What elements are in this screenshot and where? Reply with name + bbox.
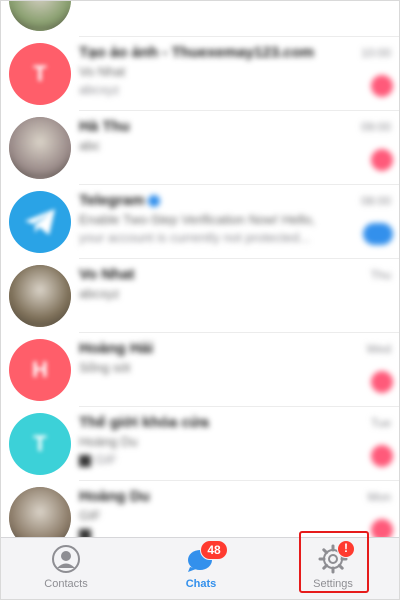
telegram-screen: T Tạo ảo ảnh - Thuexemay123.com 10:00 Vo Nh… bbox=[0, 0, 400, 600]
chat-preview-line: abc bbox=[79, 138, 100, 153]
chat-row-content bbox=[79, 1, 399, 37]
chat-title-text: Hà Thu bbox=[79, 118, 130, 135]
chat-preview-text: your account is currently not protected.… bbox=[79, 230, 311, 245]
chats-unread-badge: 48 bbox=[200, 540, 228, 560]
chat-time: 10:00 bbox=[360, 46, 391, 60]
avatar-initial: H bbox=[32, 357, 48, 382]
chat-time: Tue bbox=[370, 416, 391, 430]
unread-badge bbox=[363, 223, 393, 245]
photo-avatar-image bbox=[9, 1, 71, 31]
tab-contacts-label: Contacts bbox=[44, 578, 88, 590]
chat-title-text: Tạo ảo ảnh - Thuexemay123.com bbox=[79, 44, 315, 61]
tab-chats[interactable]: 48 Chats bbox=[146, 538, 256, 599]
chat-title-text: Telegram bbox=[79, 192, 145, 209]
chat-title-text: Hoàng Hải bbox=[79, 340, 154, 357]
chat-row[interactable]: T Thế giới khóa cửa Tue Hoàng Du GIF bbox=[1, 407, 399, 481]
paper-plane-icon bbox=[9, 191, 71, 253]
chat-title: Vo Nhat bbox=[79, 266, 135, 283]
person-icon bbox=[51, 544, 81, 574]
chat-preview-line: GIF bbox=[79, 452, 117, 467]
chat-avatar bbox=[9, 117, 71, 179]
chat-time: 09:00 bbox=[360, 120, 391, 134]
chat-time: Thu bbox=[370, 268, 391, 282]
tab-contacts[interactable]: Contacts bbox=[11, 538, 121, 599]
chat-preview-line: Enable Two-Step Verification Now! Hello, bbox=[79, 212, 316, 227]
chat-preview-line: GIF bbox=[79, 508, 101, 523]
tab-chats-label: Chats bbox=[185, 578, 217, 590]
tab-settings-label: Settings bbox=[313, 578, 353, 590]
tab-bar: Contacts 48 Chats ! Settings bbox=[1, 537, 399, 599]
chat-row-content: Thế giới khóa cửa Tue Hoàng Du GIF bbox=[79, 407, 399, 481]
chat-title: Hà Thu bbox=[79, 118, 130, 135]
chat-preview-line: abcxyz bbox=[79, 82, 119, 97]
chat-row[interactable] bbox=[1, 1, 399, 37]
chat-avatar bbox=[9, 1, 71, 31]
chat-list: T Tạo ảo ảnh - Thuexemay123.com 10:00 Vo Nh… bbox=[1, 1, 399, 555]
chat-title: Hoàng Hải bbox=[79, 340, 153, 357]
chat-title-text: Thế giới khóa cửa bbox=[79, 414, 209, 431]
settings-alert-badge: ! bbox=[337, 540, 355, 558]
photo-avatar-image bbox=[9, 265, 71, 327]
chat-avatar: T bbox=[9, 43, 71, 105]
chat-preview-text: abcxyz bbox=[79, 82, 120, 97]
chat-avatar: T bbox=[9, 413, 71, 475]
chat-title: Tạo ảo ảnh - Thuexemay123.com bbox=[79, 44, 314, 61]
tab-settings[interactable]: ! Settings bbox=[278, 538, 388, 599]
avatar-initial: T bbox=[33, 61, 47, 86]
chat-avatar bbox=[9, 191, 71, 253]
unread-badge bbox=[371, 445, 393, 467]
unread-badge bbox=[371, 75, 393, 97]
chat-row[interactable]: H Hoàng Hải Wed Sống sót bbox=[1, 333, 399, 407]
photo-avatar-image bbox=[9, 117, 71, 179]
chat-title-text: Vo Nhat bbox=[79, 266, 135, 283]
chat-preview-line: Vo Nhat bbox=[79, 64, 126, 79]
gear-icon: ! bbox=[318, 540, 355, 574]
chat-row-content: Tạo ảo ảnh - Thuexemay123.com 10:00 Vo Nha… bbox=[79, 37, 399, 111]
chat-title: Hoàng Du bbox=[79, 488, 150, 505]
chat-avatar: H bbox=[9, 339, 71, 401]
chat-row-content: Telegram 08:00 Enable Two-Step Verificatio… bbox=[79, 185, 399, 259]
chat-row[interactable]: Telegram 08:00 Enable Two-Step Verificatio… bbox=[1, 185, 399, 259]
unread-badge bbox=[371, 149, 393, 171]
chat-time: 08:00 bbox=[360, 194, 391, 208]
chat-preview-line: Hoàng Du bbox=[79, 434, 138, 449]
chat-title: Thế giới khóa cửa bbox=[79, 414, 209, 431]
chat-row[interactable]: T Tạo ảo ảnh - Thuexemay123.com 10:00 Vo Nh… bbox=[1, 37, 399, 111]
chat-row[interactable]: Hà Thu 09:00 abc bbox=[1, 111, 399, 185]
unread-badge bbox=[371, 371, 393, 393]
avatar-initial: T bbox=[33, 431, 47, 456]
chat-preview-text: GIF bbox=[95, 452, 117, 467]
chat-row-content: Hà Thu 09:00 abc bbox=[79, 111, 399, 185]
chat-row[interactable]: Vo Nhat Thu abcxyz bbox=[1, 259, 399, 333]
verified-icon bbox=[147, 195, 160, 208]
chat-time: Wed bbox=[366, 342, 391, 356]
chat-preview-line: abcxyz bbox=[79, 286, 120, 301]
media-thumbnail bbox=[79, 454, 91, 467]
chat-avatar bbox=[9, 265, 71, 327]
chat-title-text: Hoàng Du bbox=[79, 488, 150, 505]
chat-preview-line: your account is currently not protected.… bbox=[79, 230, 310, 245]
chat-time: Mon bbox=[367, 490, 391, 504]
chat-preview-line: Sống sót bbox=[79, 360, 131, 375]
chat-bubbles-icon: 48 bbox=[186, 540, 228, 574]
chat-row-content: Vo Nhat Thu abcxyz bbox=[79, 259, 399, 333]
chat-row-content: Hoàng Hải Wed Sống sót bbox=[79, 333, 399, 407]
chat-title: Telegram bbox=[79, 192, 160, 209]
